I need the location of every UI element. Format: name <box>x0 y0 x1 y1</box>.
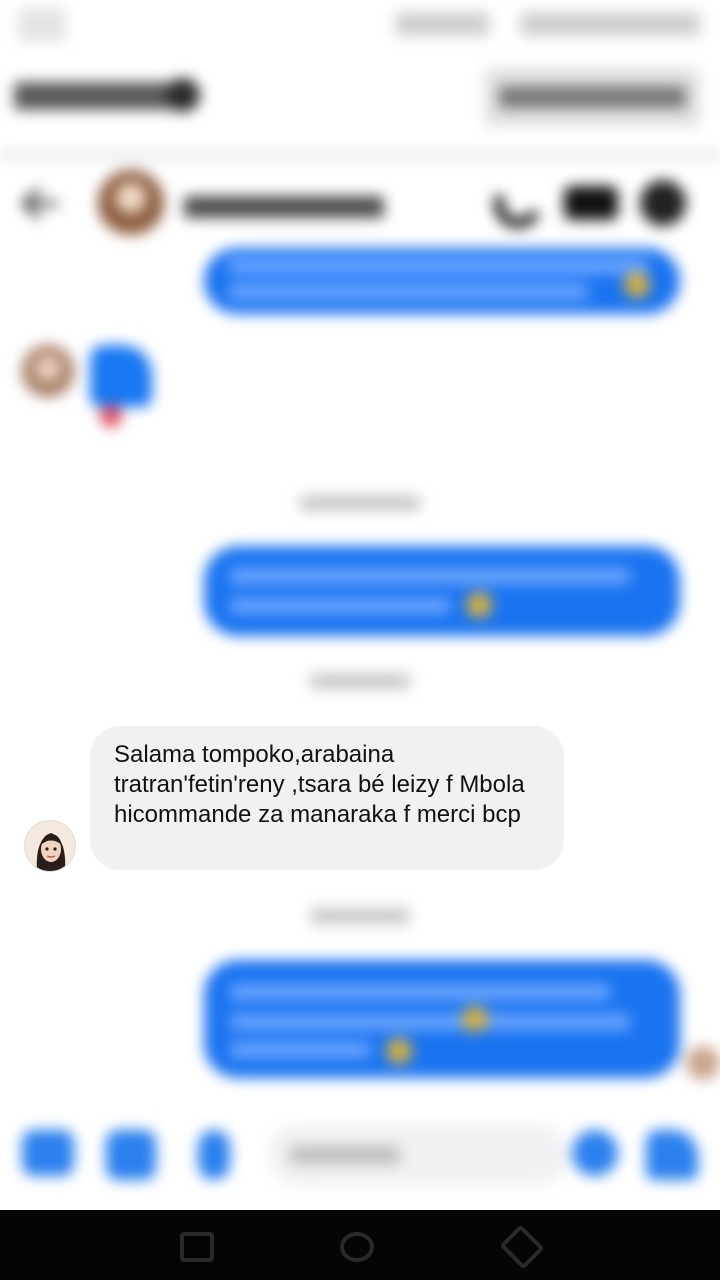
change-mode-button[interactable] <box>485 68 700 126</box>
divider <box>0 150 720 160</box>
nav-recent-icon[interactable] <box>499 1224 545 1270</box>
status-clock <box>395 12 490 36</box>
thumbs-up-send-icon[interactable] <box>646 1130 698 1180</box>
heart-reaction-icon <box>100 405 122 427</box>
timestamp <box>310 908 410 924</box>
mode-label <box>14 82 174 110</box>
contact-name[interactable] <box>184 196 384 218</box>
timestamp <box>310 673 410 689</box>
seen-avatar <box>686 1046 720 1080</box>
back-arrow-icon[interactable] <box>22 188 62 218</box>
outgoing-message[interactable] <box>204 546 680 636</box>
mode-indicator-icon <box>166 78 200 112</box>
camera-icon[interactable] <box>22 1130 74 1176</box>
microphone-icon[interactable] <box>198 1130 230 1180</box>
system-nav-bar <box>0 1210 720 1280</box>
mode-banner <box>0 60 720 140</box>
timestamp <box>300 495 420 511</box>
nav-back-icon[interactable] <box>180 1232 214 1262</box>
menu-icon <box>18 8 66 42</box>
status-icons <box>520 12 700 36</box>
info-icon[interactable] <box>640 180 686 226</box>
video-camera-icon[interactable] <box>564 186 618 220</box>
status-bar <box>0 0 720 50</box>
message-input[interactable] <box>268 1124 568 1186</box>
outgoing-message[interactable] <box>204 960 680 1078</box>
thumbs-up-icon <box>90 345 152 407</box>
outgoing-message[interactable] <box>204 248 680 314</box>
incoming-message-text: Salama tompoko,arabaina tratran'fetin're… <box>114 741 525 828</box>
nav-home-icon[interactable] <box>340 1232 374 1262</box>
message-composer <box>0 1110 720 1210</box>
chat-header <box>0 160 720 250</box>
phone-icon[interactable] <box>487 173 549 235</box>
incoming-message[interactable]: Salama tompoko,arabaina tratran'fetin're… <box>90 726 564 870</box>
contact-avatar[interactable] <box>98 170 164 236</box>
gallery-icon[interactable] <box>106 1130 156 1180</box>
sender-avatar[interactable] <box>24 820 76 872</box>
contact-small-avatar <box>22 345 74 397</box>
emoji-icon[interactable] <box>572 1130 618 1176</box>
